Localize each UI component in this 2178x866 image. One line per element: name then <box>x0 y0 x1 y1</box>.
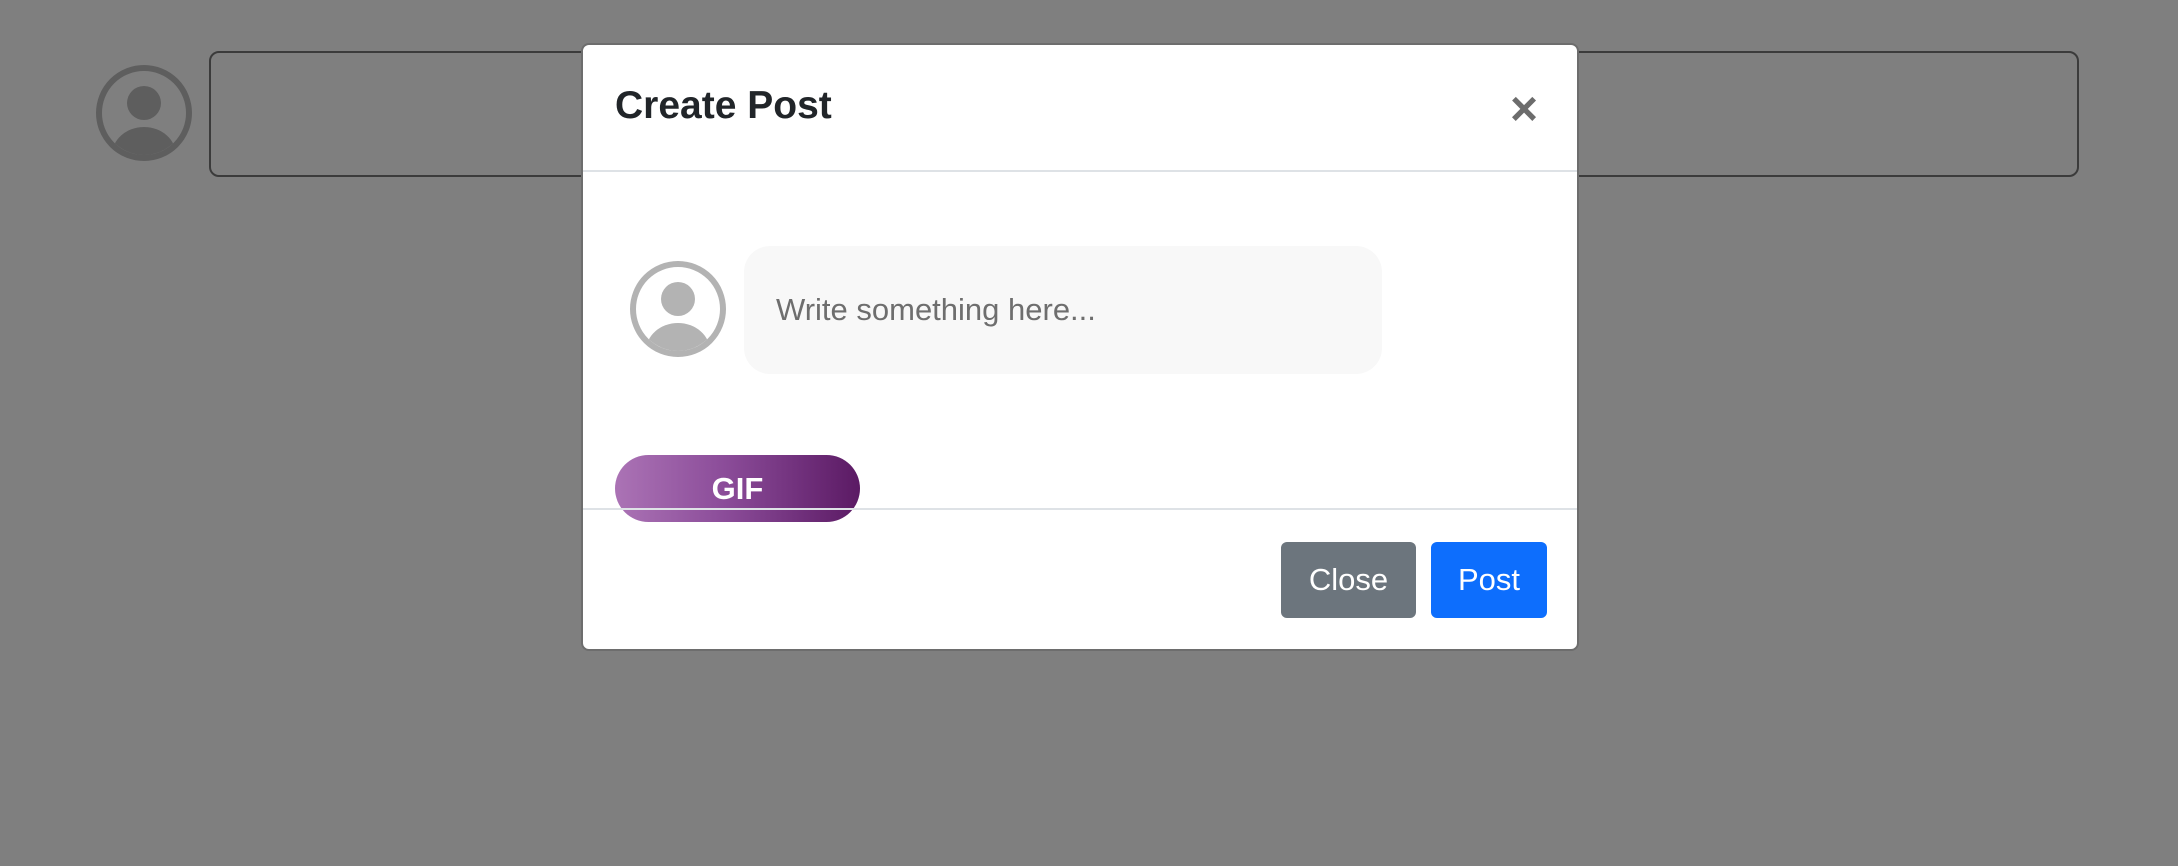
close-button[interactable]: Close <box>1281 542 1416 618</box>
user-avatar-icon <box>630 261 726 357</box>
close-icon[interactable]: × <box>1499 85 1549 135</box>
modal-body: GIF <box>583 172 1577 552</box>
modal-header: Create Post × <box>583 45 1577 172</box>
modal-footer: Close Post <box>583 508 1577 649</box>
modal-title: Create Post <box>615 84 832 127</box>
post-button[interactable]: Post <box>1431 542 1547 618</box>
create-post-modal: Create Post × GIF Close Post <box>581 43 1579 651</box>
post-text-input[interactable] <box>744 246 1382 374</box>
